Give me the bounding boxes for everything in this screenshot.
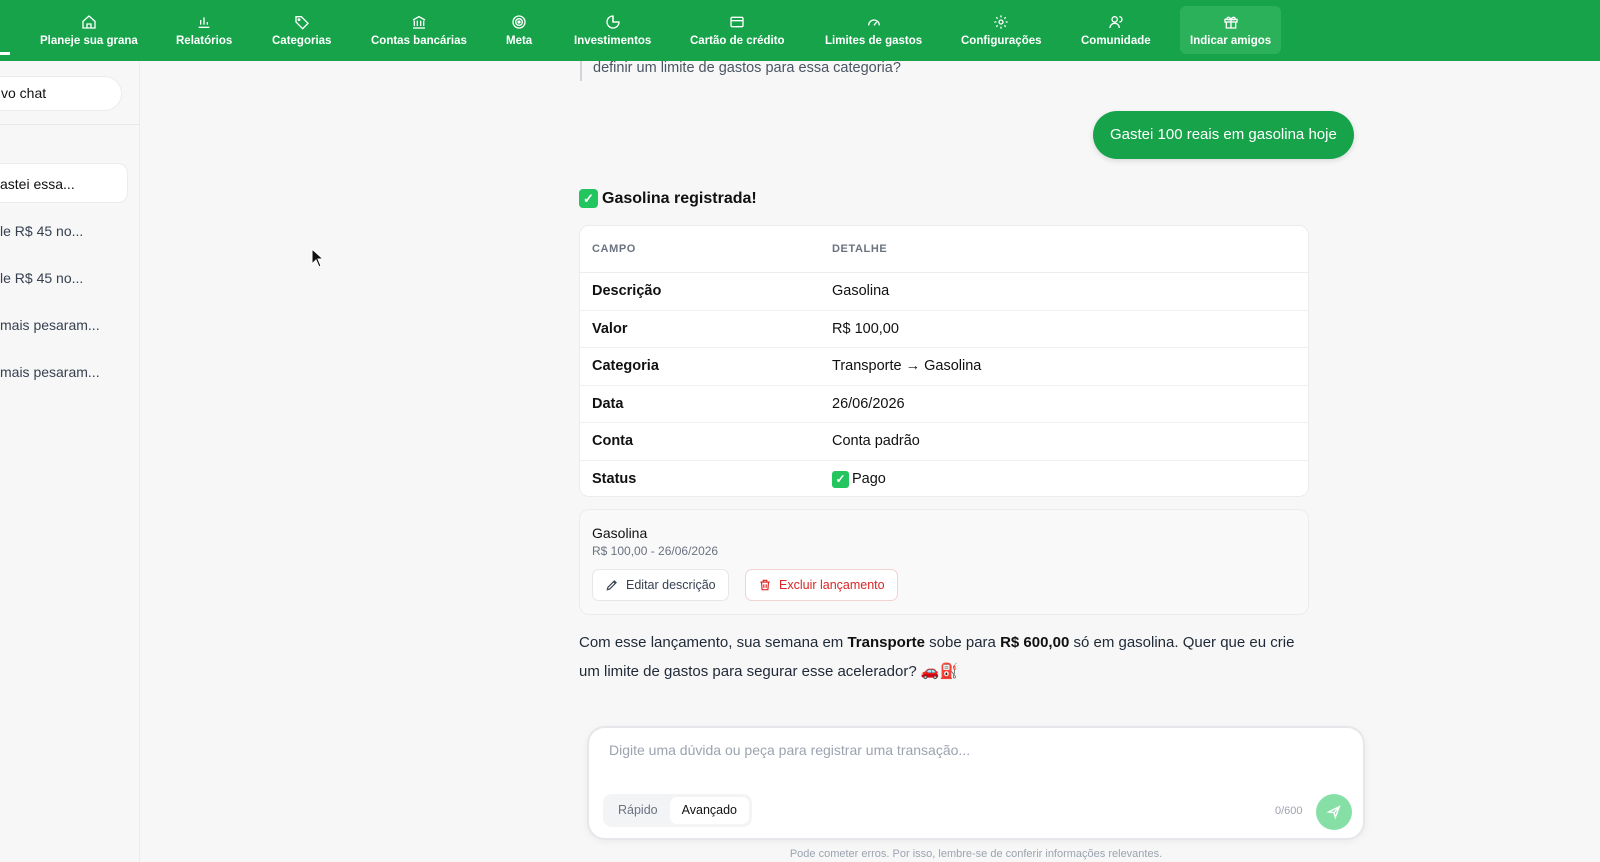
tag-icon (295, 15, 309, 30)
pencil-icon (606, 580, 617, 591)
nav-label: Relatórios (176, 34, 233, 47)
table-row: Categoria Transporte → Gasolina (580, 348, 1308, 386)
field-name: Conta (592, 433, 634, 450)
field-value: R$ 100,00 (832, 320, 899, 337)
home-icon (82, 14, 96, 29)
nav-label: Limites de gastos (825, 34, 923, 47)
table-row: Valor R$ 100,00 (580, 311, 1308, 348)
sidebar-chat-item[interactable]: le R$ 45 no... (0, 211, 128, 251)
transaction-entry-card: Gasolina R$ 100,00 - 26/06/2026 Editar d… (579, 509, 1309, 615)
pie-chart-icon (606, 14, 620, 29)
nav-item-cartao-credito[interactable]: Cartão de crédito (680, 6, 795, 54)
nav-item-comunidade[interactable]: Comunidade (1071, 6, 1161, 54)
target-icon (512, 14, 526, 29)
reply-title-text: Gasolina registrada! (602, 189, 757, 207)
nav-item-categorias[interactable]: Categorias (262, 6, 341, 54)
nav-label: Cartão de crédito (690, 34, 785, 47)
check-icon: ✓ (832, 470, 849, 488)
nav-label: Indicar amigos (1190, 34, 1272, 47)
new-chat-button[interactable]: vo chat (0, 76, 122, 111)
column-header-campo: CAMPO (592, 243, 636, 255)
table-header: CAMPO DETALHE (580, 226, 1308, 273)
message-input[interactable] (609, 742, 1329, 772)
field-name: Valor (592, 320, 628, 337)
nav-label: Contas bancárias (371, 34, 467, 47)
previous-message-text: definir um limite de gastos para essa ca… (593, 60, 901, 76)
users-icon (1109, 15, 1123, 28)
entry-meta: R$ 100,00 - 26/06/2026 (592, 544, 719, 558)
nav-item-indicar-amigos[interactable]: Indicar amigos (1180, 6, 1282, 54)
nav-item-investimentos[interactable]: Investimentos (564, 6, 661, 54)
nav-item-limites-gastos[interactable]: Limites de gastos (815, 6, 932, 54)
nav-label: Categorias (272, 34, 332, 47)
status-text: Pago (852, 471, 886, 488)
table-row: Status ✓ Pago (580, 461, 1308, 497)
mode-fast-button[interactable]: Rápido (606, 797, 670, 824)
field-value: Conta padrão (832, 433, 920, 450)
field-name: Data (592, 395, 624, 412)
field-value-status: ✓ Pago (832, 470, 1308, 488)
mouse-cursor-icon (311, 248, 325, 268)
field-name: Status (592, 471, 637, 488)
field-value: Transporte → Gasolina (832, 358, 982, 375)
nav-item-contas-bancarias[interactable]: Contas bancárias (361, 6, 477, 54)
nav-item-planeje[interactable]: Planeje sua grana (30, 6, 148, 54)
top-navigation: Planeje sua grana Relatórios Categorias … (0, 0, 1600, 61)
gauge-icon (867, 18, 880, 26)
send-button[interactable] (1316, 794, 1352, 830)
user-message-bubble: Gastei 100 reais em gasolina hoje (1093, 111, 1354, 159)
mode-advanced-button[interactable]: Avançado (669, 797, 749, 824)
nav-label: Configurações (961, 34, 1042, 47)
table-row: Conta Conta padrão (580, 423, 1308, 461)
sidebar-chat-item[interactable]: mais pesaram... (0, 305, 128, 345)
table-row: Descrição Gasolina (580, 273, 1308, 311)
delete-button-label: Excluir lançamento (779, 578, 885, 592)
nav-label: Planeje sua grana (40, 34, 138, 47)
summary-category: Transporte (847, 634, 925, 651)
table-row: Data 26/06/2026 (580, 386, 1308, 423)
summary-text: sobe para (925, 634, 1001, 651)
nav-label: Investimentos (574, 34, 652, 47)
send-icon (1326, 805, 1341, 820)
nav-item-configuracoes[interactable]: Configurações (951, 6, 1052, 54)
message-composer: Rápido Avançado 0/600 (587, 726, 1365, 840)
edit-button-label: Editar descrição (626, 578, 716, 592)
summary-amount: R$ 600,00 (1000, 634, 1070, 651)
field-name: Categoria (592, 358, 659, 375)
sidebar-chat-item[interactable]: le R$ 45 no... (0, 258, 128, 298)
bank-icon (412, 15, 426, 29)
disclaimer-text: Pode cometer erros. Por isso, lembre-se … (789, 848, 1163, 860)
transaction-detail-table: CAMPO DETALHE Descrição Gasolina Valor R… (579, 225, 1309, 497)
nav-label: Comunidade (1081, 34, 1151, 47)
gear-icon (994, 14, 1008, 29)
nav-label: Meta (506, 34, 533, 47)
mode-toggle: Rápido Avançado (603, 794, 752, 827)
quote-bar (580, 61, 582, 81)
nav-item-meta[interactable]: Meta (496, 6, 542, 54)
nav-item-relatorios[interactable]: Relatórios (166, 6, 242, 54)
bar-chart-icon (198, 16, 210, 28)
gift-icon (1223, 16, 1238, 29)
chat-sidebar: vo chat astei essa... le R$ 45 no... le … (0, 61, 140, 862)
trash-icon (760, 579, 770, 591)
sidebar-chat-item[interactable]: mais pesaram... (0, 352, 128, 392)
character-counter: 0/600 (1275, 805, 1303, 817)
credit-card-icon (730, 16, 744, 27)
field-value: 26/06/2026 (832, 395, 905, 412)
sidebar-chat-item[interactable]: astei essa... (0, 163, 128, 203)
delete-entry-button[interactable]: Excluir lançamento (745, 569, 898, 601)
column-header-detalhe: DETALHE (832, 243, 888, 255)
reply-title: ✓ Gasolina registrada! (579, 189, 757, 208)
assistant-summary-text: Com esse lançamento, sua semana em Trans… (579, 628, 1309, 686)
summary-text: Com esse lançamento, sua semana em (579, 634, 848, 651)
field-name: Descrição (592, 283, 662, 300)
field-value: Gasolina (832, 283, 890, 300)
active-indicator (0, 52, 10, 55)
entry-name: Gasolina (592, 525, 648, 541)
check-icon: ✓ (579, 189, 598, 208)
edit-description-button[interactable]: Editar descrição (592, 569, 729, 601)
sidebar-divider (0, 124, 140, 125)
